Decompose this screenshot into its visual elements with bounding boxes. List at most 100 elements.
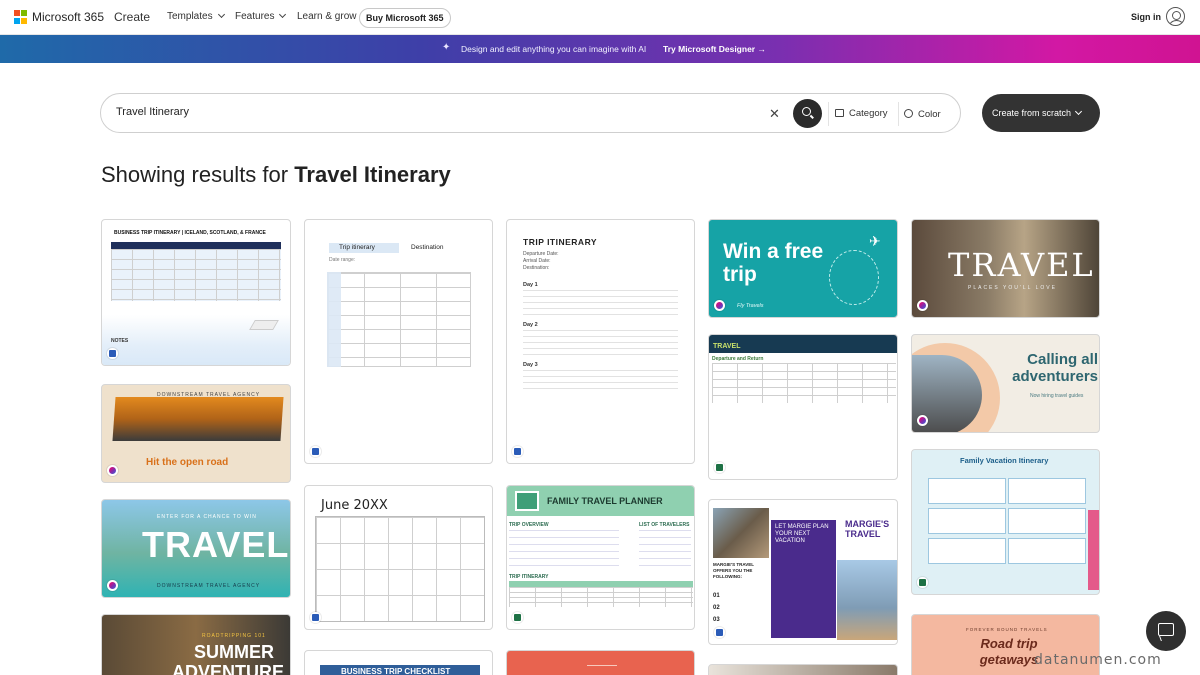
- card-title: Family Vacation Itinerary: [960, 456, 1049, 465]
- nav-features[interactable]: Features: [235, 10, 287, 22]
- card-tagline: LET MARGIE PLAN YOUR NEXT VACATION: [775, 524, 829, 544]
- nav-templates[interactable]: Templates: [167, 10, 225, 22]
- clear-icon[interactable]: ✕: [769, 107, 780, 120]
- template-card-enter-to-win[interactable]: ENTER FOR A CHANCE TO WIN TRAVEL DOWNSTR…: [101, 499, 291, 598]
- day-lines: [523, 370, 678, 394]
- card-subtitle: ENTER FOR A CHANCE TO WIN: [157, 514, 257, 520]
- template-card-trip-itinerary-table[interactable]: Trip itinerary Destination Date range:: [304, 219, 493, 464]
- mountain-photo: [837, 560, 897, 640]
- notes-label: NOTES: [111, 338, 129, 344]
- word-icon: [310, 446, 321, 457]
- card-subtitle: ROADTRIPPING 101: [202, 633, 266, 639]
- template-card-adventurers[interactable]: Calling all adventurers Now hiring trave…: [911, 334, 1100, 433]
- day-lines: [523, 330, 678, 360]
- itinerary-box: [1008, 478, 1086, 504]
- word-icon: [310, 612, 321, 623]
- feedback-button[interactable]: [1146, 611, 1186, 651]
- template-card-family-travel-planner[interactable]: FAMILY TRAVEL PLANNER TRIP OVERVIEW LIST…: [506, 485, 695, 630]
- photo-collage: [713, 508, 769, 558]
- buy-microsoft-365-button[interactable]: Buy Microsoft 365: [359, 8, 451, 28]
- brand-name[interactable]: Microsoft 365: [32, 10, 104, 24]
- create-from-scratch-button[interactable]: Create from scratch: [982, 94, 1100, 132]
- day-label: Day 3: [523, 362, 538, 368]
- itinerary-grid: [509, 587, 693, 607]
- sign-in-link[interactable]: Sign in: [1131, 12, 1161, 22]
- try-designer-link[interactable]: Try Microsoft Designer →: [663, 44, 766, 54]
- nav-learn-grow[interactable]: Learn & grow: [297, 11, 356, 22]
- nav-features-label: Features: [235, 11, 275, 22]
- template-card-business-checklist[interactable]: BUSINESS TRIP CHECKLIST: [304, 650, 493, 675]
- word-icon: [714, 627, 725, 638]
- card-subtitle: Now hiring travel guides: [1030, 393, 1084, 399]
- card-title: TRAVEL: [142, 524, 290, 565]
- travelers-label: LIST OF TRAVELERS: [639, 522, 690, 528]
- avatar-icon[interactable]: [1166, 7, 1185, 26]
- travelers-lines: [639, 530, 691, 570]
- airplane-icon: ✈: [869, 233, 881, 249]
- itinerary-box: [1008, 508, 1086, 534]
- template-card-travel-photo[interactable]: TRAVEL PLACES YOU'LL LOVE: [911, 219, 1100, 318]
- results-prefix: Showing results for: [101, 162, 295, 187]
- watermark: datanumen.com: [1034, 652, 1162, 668]
- card-title: FAMILY TRAVEL PLANNER: [547, 496, 663, 506]
- nav-create[interactable]: Create: [114, 10, 150, 24]
- search-input[interactable]: [116, 106, 736, 118]
- microsoft-logo-icon[interactable]: [14, 10, 28, 24]
- excel-icon: [917, 577, 928, 588]
- tab-trip-itinerary: Trip itinerary: [329, 243, 399, 253]
- itinerary-box: [928, 538, 1006, 564]
- template-card-june-calendar[interactable]: June 20XX: [304, 485, 493, 630]
- top-nav: Microsoft 365 Create Templates Features …: [0, 0, 1200, 35]
- agency-label: DOWNSTREAM TRAVEL AGENCY: [157, 583, 261, 589]
- template-card-family-vacation[interactable]: Family Vacation Itinerary: [911, 449, 1100, 595]
- template-card-win-a-free-trip[interactable]: Win a free trip ✈ Fly Travels: [708, 219, 898, 318]
- template-card-coral[interactable]: [506, 650, 695, 675]
- itinerary-box: [928, 478, 1006, 504]
- card-title: TRIP ITINERARY: [523, 237, 598, 247]
- template-card-travel-sheet[interactable]: TRAVEL Departure and Return: [708, 334, 898, 480]
- results-query: Travel Itinerary: [294, 162, 451, 187]
- template-card-trip-itinerary-doc[interactable]: TRIP ITINERARY Departure Date: Arrival D…: [506, 219, 695, 464]
- designer-icon: [107, 465, 118, 476]
- divider: [828, 102, 829, 126]
- results-heading: Showing results for Travel Itinerary: [101, 162, 451, 188]
- banner-text: Design and edit anything you can imagine…: [461, 44, 647, 54]
- card-subtitle: Fly Travels: [737, 303, 764, 309]
- trip-details: Departure Date: Arrival Date: Destinatio…: [523, 251, 559, 271]
- category-filter[interactable]: Category: [835, 108, 888, 119]
- table-header: [111, 242, 281, 249]
- day-label: Day 1: [523, 282, 538, 288]
- template-card-business-trip[interactable]: BUSINESS TRIP ITINERARY | ICELAND, SCOTL…: [101, 219, 291, 366]
- card-title: Calling all adventurers: [1012, 351, 1098, 385]
- designer-banner: ✦ Design and edit anything you can imagi…: [0, 35, 1200, 63]
- card-title: TRAVEL: [713, 343, 741, 350]
- magic-wand-icon: ✦: [442, 42, 451, 53]
- template-card-open-road[interactable]: DOWNSTREAM TRAVEL AGENCY Hit the open ro…: [101, 384, 291, 483]
- color-filter[interactable]: Color: [904, 108, 941, 120]
- itinerary-grid: [327, 272, 471, 367]
- tab-destination: Destination: [411, 244, 444, 251]
- tower-art: [1088, 510, 1099, 590]
- overview-lines: [509, 530, 619, 570]
- card-title: SUMMER ADVENTURE: [172, 642, 285, 675]
- card-title: BUSINESS TRIP ITINERARY | ICELAND, SCOTL…: [114, 230, 266, 236]
- card-title: Win a free trip: [723, 240, 824, 286]
- template-card-margies-travel[interactable]: LET MARGIE PLAN YOUR NEXT VACATION MARGI…: [708, 499, 898, 645]
- template-card-summer-adventure[interactable]: ROADTRIPPING 101 SUMMER ADVENTURE: [101, 614, 291, 675]
- designer-icon: [917, 415, 928, 426]
- category-icon: [835, 109, 844, 117]
- divider: [898, 102, 899, 126]
- day-label: Day 2: [523, 322, 538, 328]
- flight-path: [829, 250, 879, 305]
- search-button[interactable]: [793, 99, 822, 128]
- photo-icon: [515, 491, 539, 511]
- date-column: [327, 272, 341, 367]
- card-title: TRAVEL: [948, 246, 1095, 284]
- day-lines: [523, 290, 678, 320]
- template-card-photo[interactable]: [708, 664, 898, 675]
- card-subtitle: PLACES YOU'LL LOVE: [968, 285, 1057, 291]
- decorative-line: [587, 665, 617, 675]
- create-from-scratch-label: Create from scratch: [992, 108, 1072, 118]
- offer-list: 01 02 03: [713, 593, 720, 623]
- offers-label: MARGIE'S TRAVEL OFFERS YOU THE FOLLOWING…: [713, 562, 754, 579]
